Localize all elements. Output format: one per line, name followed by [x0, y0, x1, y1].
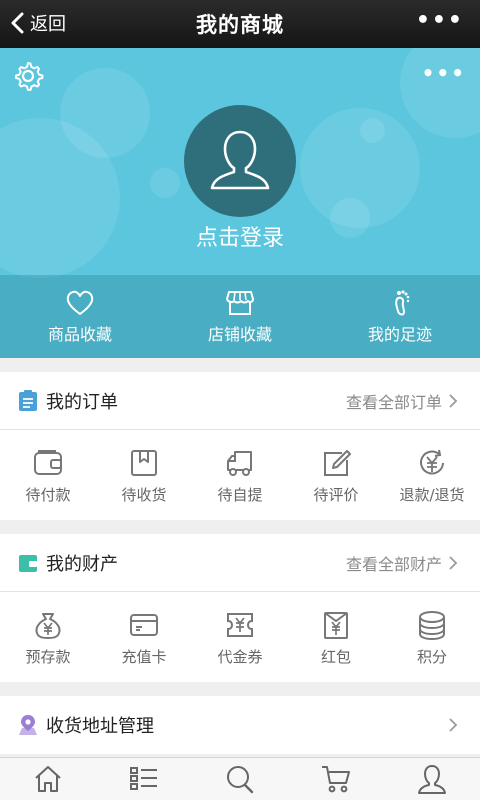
my-footprint-label: 我的足迹 [367, 325, 432, 344]
bottom-tab-bar [0, 757, 480, 800]
prepaid-deposit-button[interactable]: 预存款 [0, 592, 96, 682]
pending-pickup-button[interactable]: 待自提 [192, 430, 288, 520]
assets-section: 我的财产 查看全部财产 预存款 充值卡 代金券 红包 积分 [0, 534, 480, 682]
voucher-icon [227, 613, 253, 637]
refund-return-button[interactable]: 退款/退货 [384, 430, 480, 520]
pending-payment-label: 待付款 [25, 486, 71, 504]
address-section[interactable]: 收货地址管理 [0, 696, 480, 754]
card-icon [130, 614, 158, 636]
coins-icon [419, 611, 445, 640]
my-footprint-button[interactable]: 我的足迹 [320, 275, 480, 358]
chevron-right-icon [449, 718, 458, 732]
prepaid-deposit-label: 预存款 [25, 648, 71, 666]
address-arrow[interactable] [448, 717, 480, 733]
points-button[interactable]: 积分 [384, 592, 480, 682]
orders-header: 我的订单 查看全部订单 [0, 372, 480, 430]
pending-receipt-button[interactable]: 待收货 [96, 430, 192, 520]
pending-review-button[interactable]: 待评价 [288, 430, 384, 520]
user-silhouette-icon [210, 130, 270, 190]
shop-icon [226, 291, 254, 315]
list-icon [130, 767, 157, 790]
address-row[interactable]: 收货地址管理 [0, 696, 480, 754]
assets-grid: 预存款 充值卡 代金券 红包 积分 [0, 592, 480, 682]
edit-icon [324, 450, 351, 476]
recharge-card-button[interactable]: 充值卡 [96, 592, 192, 682]
truck-icon [227, 451, 252, 476]
orders-section: 我的订单 查看全部订单 待付款 待收货 待自提 待评价 退款/退货 [0, 372, 480, 520]
wallet-fill-icon [19, 554, 37, 572]
favorites-bar: 商品收藏 店铺收藏 我的足迹 [0, 275, 480, 358]
home-icon [35, 766, 61, 792]
decor-bubble [360, 118, 385, 143]
assets-header: 我的财产 查看全部财产 [0, 534, 480, 592]
pending-review-label: 待评价 [313, 486, 359, 504]
view-all-assets-label: 查看全部财产 [345, 554, 442, 574]
wallet-icon [34, 450, 62, 475]
tab-home[interactable] [0, 758, 96, 800]
orders-grid: 待付款 待收货 待自提 待评价 退款/退货 [0, 430, 480, 520]
search-icon [227, 766, 254, 794]
favorite-goods-button[interactable]: 商品收藏 [0, 275, 160, 358]
app-root: 返回 我的商城 ••• ••• 点击登录 商品收藏 店铺收藏 我的足迹 我的订单… [0, 0, 480, 800]
voucher-label: 代金券 [217, 648, 263, 666]
decor-bubble [150, 168, 180, 198]
address-title: 收货地址管理 [46, 716, 154, 737]
footprint-icon [395, 290, 410, 316]
favorite-shops-button[interactable]: 店铺收藏 [160, 275, 320, 358]
more-menu-button[interactable]: ••• [416, 10, 464, 32]
header-more-button[interactable]: ••• [422, 63, 466, 83]
red-envelope-button[interactable]: 红包 [288, 592, 384, 682]
view-all-orders-label: 查看全部订单 [345, 392, 442, 412]
favorite-shops-label: 店铺收藏 [207, 325, 272, 344]
orders-title: 我的订单 [46, 391, 118, 413]
pending-pickup-label: 待自提 [217, 486, 263, 504]
tab-category[interactable] [96, 758, 192, 800]
clipboard-icon [19, 389, 37, 411]
tab-search[interactable] [192, 758, 288, 800]
chevron-right-icon [449, 393, 458, 408]
view-all-assets-link[interactable]: 查看全部财产 [346, 551, 480, 575]
money-bag-icon [35, 613, 61, 639]
decor-bubble [60, 68, 150, 158]
refund-icon [420, 449, 444, 475]
top-bar: 返回 我的商城 ••• [0, 0, 480, 48]
login-link[interactable]: 点击登录 [0, 220, 480, 252]
favorite-goods-label: 商品收藏 [47, 325, 112, 344]
chevron-right-icon [449, 555, 458, 570]
heart-icon [66, 290, 94, 315]
assets-title: 我的财产 [46, 553, 118, 575]
settings-gear-icon[interactable] [12, 60, 44, 92]
pending-receipt-label: 待收货 [121, 486, 167, 504]
tab-cart[interactable] [288, 758, 384, 800]
page-title: 我的商城 [196, 13, 284, 37]
red-envelope-label: 红包 [320, 648, 351, 666]
pending-payment-button[interactable]: 待付款 [0, 430, 96, 520]
tab-profile[interactable] [384, 758, 480, 800]
view-all-orders-link[interactable]: 查看全部订单 [346, 389, 480, 413]
avatar[interactable] [184, 105, 296, 217]
user-icon [418, 765, 446, 794]
refund-return-label: 退款/退货 [399, 486, 465, 504]
location-pin-icon [19, 715, 37, 735]
cart-icon [322, 766, 350, 793]
red-envelope-icon [324, 612, 348, 639]
profile-header: ••• 点击登录 商品收藏 店铺收藏 我的足迹 [0, 48, 480, 358]
voucher-button[interactable]: 代金券 [192, 592, 288, 682]
package-icon [131, 450, 157, 476]
recharge-card-label: 充值卡 [121, 648, 167, 666]
points-label: 积分 [416, 648, 447, 666]
